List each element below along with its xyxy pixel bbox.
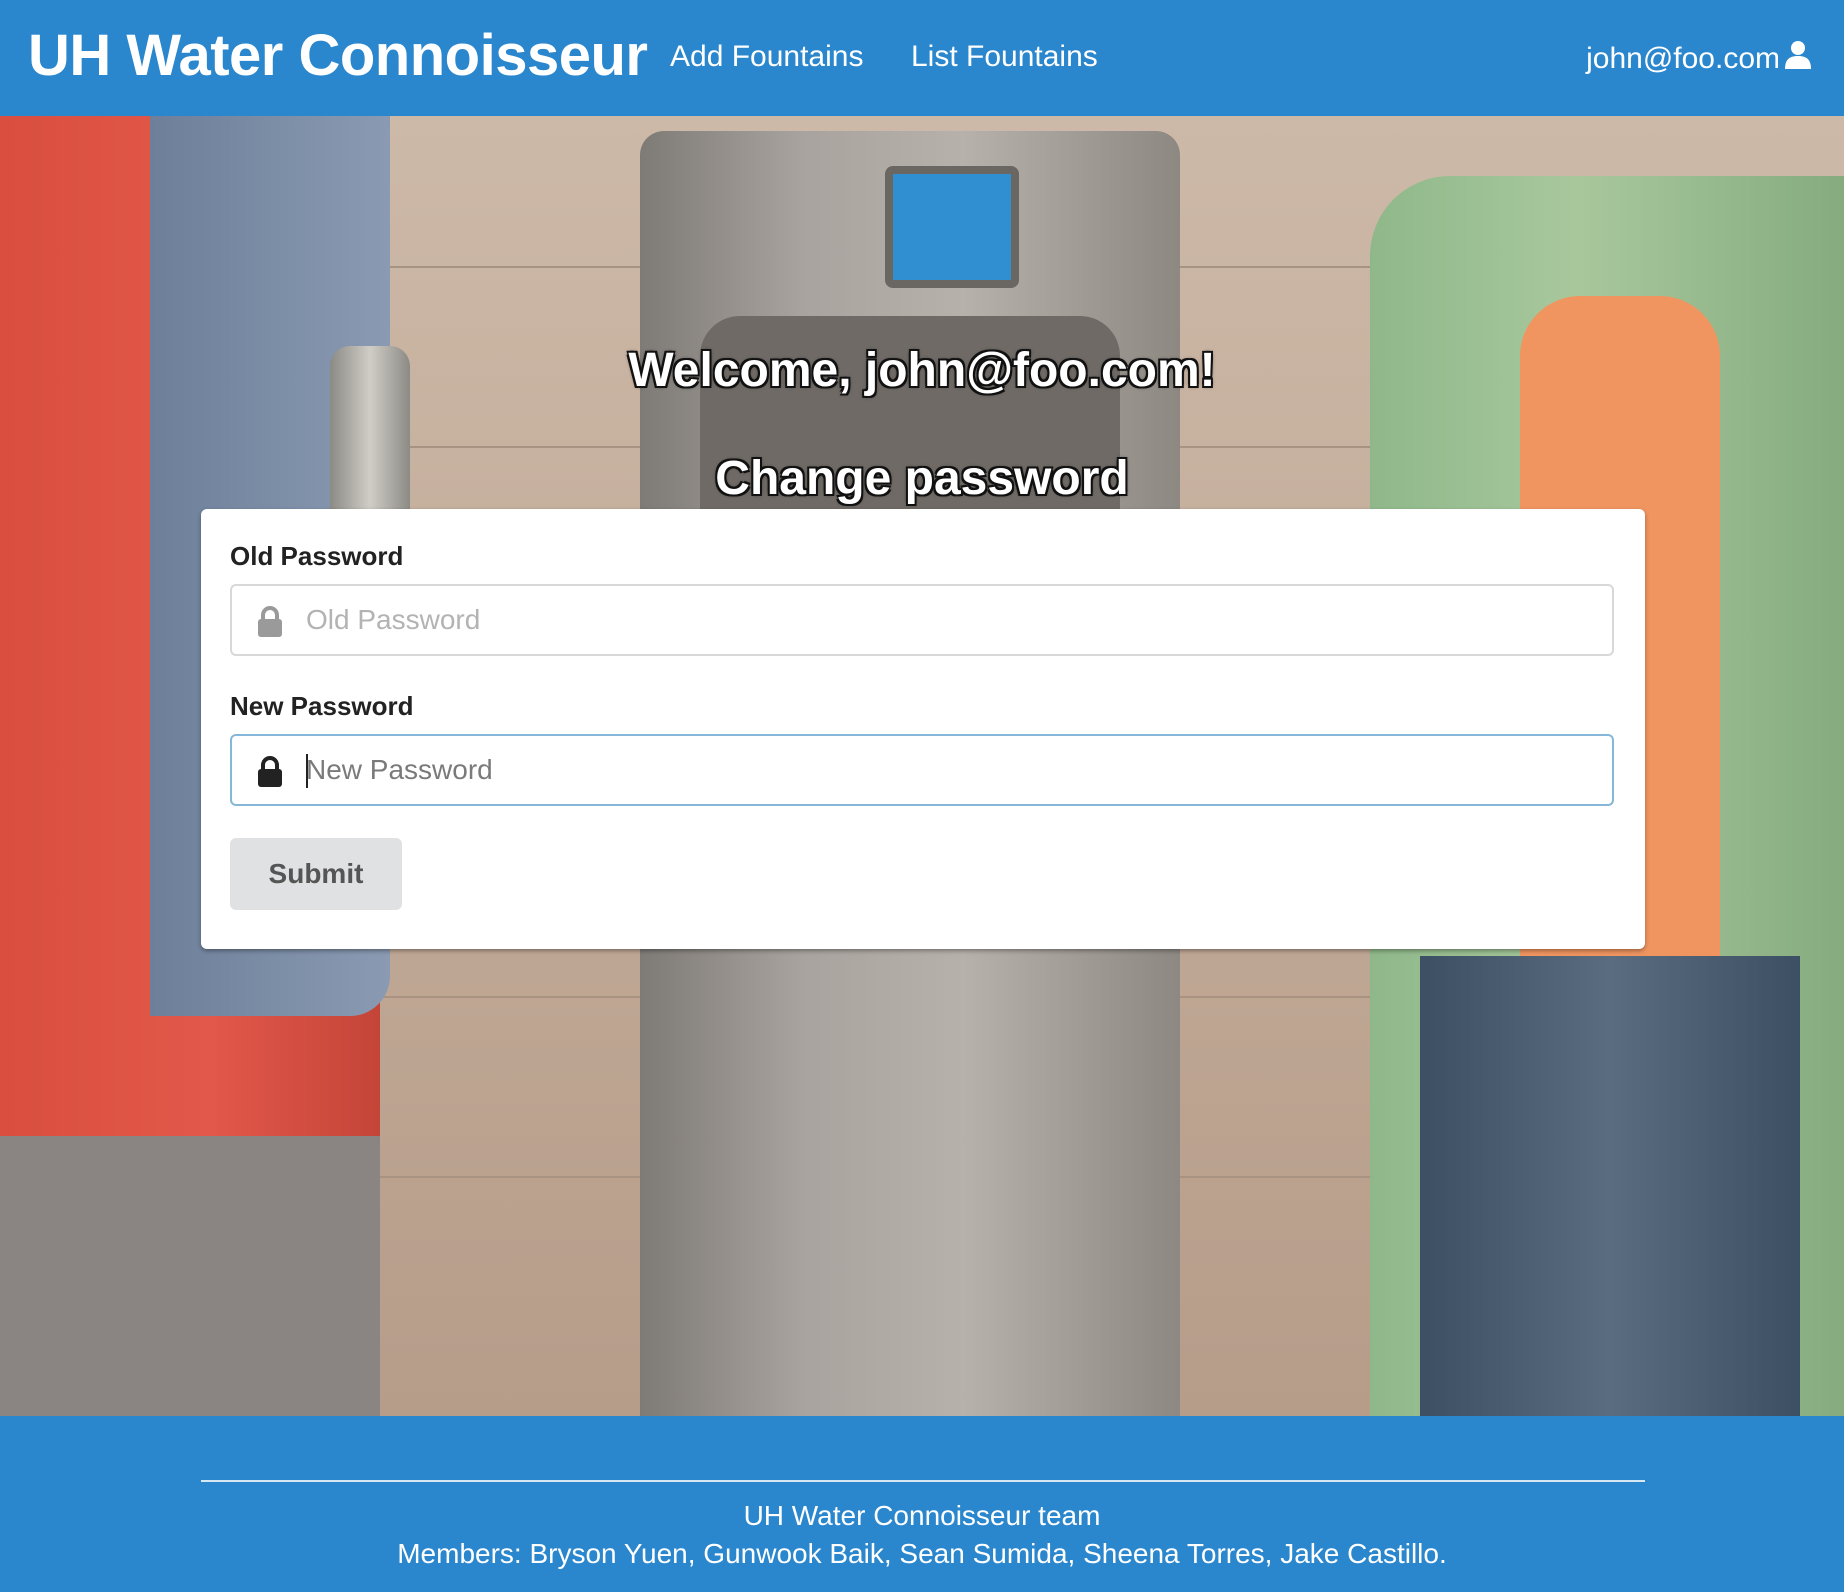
lock-icon bbox=[256, 606, 284, 638]
old-password-field[interactable] bbox=[230, 584, 1614, 656]
change-password-form: Old Password New Password Submit bbox=[201, 509, 1645, 949]
old-password-label: Old Password bbox=[230, 541, 404, 571]
user-email: john@foo.com bbox=[1586, 42, 1780, 75]
lock-icon bbox=[256, 756, 284, 788]
footer-team: UH Water Connoisseur team bbox=[743, 1500, 1101, 1531]
footer-members: Members: Bryson Yuen, Gunwook Baik, Sean… bbox=[397, 1538, 1447, 1569]
user-menu[interactable]: john@foo.com bbox=[1586, 40, 1812, 78]
nav-add-fountains[interactable]: Add Fountains bbox=[670, 40, 863, 74]
user-icon bbox=[1784, 40, 1812, 78]
footer-divider bbox=[201, 1480, 1645, 1482]
footer: UH Water Connoisseur team Members: Bryso… bbox=[0, 1416, 1844, 1592]
new-password-input[interactable] bbox=[306, 736, 1596, 804]
new-password-field[interactable] bbox=[230, 734, 1614, 806]
top-navbar: UH Water Connoisseur Add Fountains List … bbox=[0, 0, 1844, 116]
new-password-label: New Password bbox=[230, 691, 414, 721]
nav-list-fountains[interactable]: List Fountains bbox=[911, 40, 1098, 74]
fountain-screen bbox=[885, 166, 1019, 288]
text-caret bbox=[306, 754, 308, 788]
old-password-input[interactable] bbox=[306, 586, 1596, 654]
submit-button[interactable]: Submit bbox=[230, 838, 402, 910]
brand-title[interactable]: UH Water Connoisseur bbox=[28, 22, 648, 89]
welcome-heading: Welcome, john@foo.com! bbox=[628, 344, 1216, 397]
change-password-heading: Change password bbox=[715, 452, 1129, 505]
